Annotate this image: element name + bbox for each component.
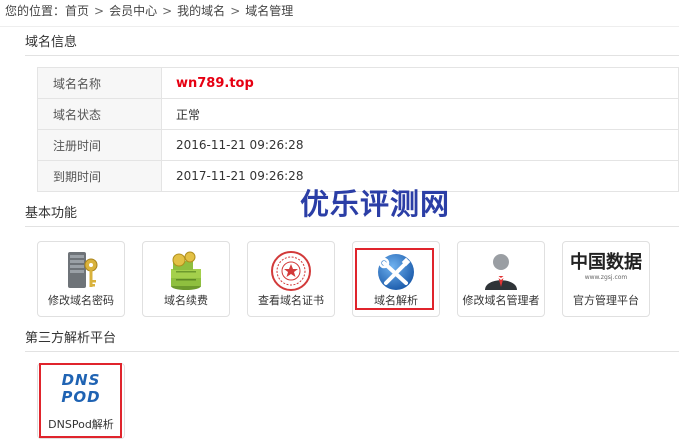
money-stack-icon xyxy=(171,251,201,290)
breadcrumb-divider xyxy=(0,26,679,27)
breadcrumb-separator: > xyxy=(230,4,241,18)
change-password-card[interactable]: 修改域名密码 xyxy=(37,241,125,317)
section-divider xyxy=(25,351,679,352)
domain-info-table: 域名名称 wn789.top 域名状态 正常 注册时间 2016-11-21 0… xyxy=(37,67,679,192)
table-row: 注册时间 2016-11-21 09:26:28 xyxy=(37,129,679,161)
breadcrumb-separator: > xyxy=(94,4,105,18)
zgsj-logo-text: 中国数据 xyxy=(570,252,642,273)
third-party-title: 第三方解析平台 xyxy=(25,331,117,346)
official-platform-label: 官方管理平台 xyxy=(573,294,639,307)
view-certificate-label: 查看域名证书 xyxy=(258,294,324,307)
breadcrumb-member-center[interactable]: 会员中心 xyxy=(109,4,157,18)
user-avatar-icon xyxy=(485,254,517,290)
domain-name-value: wn789.top xyxy=(161,67,679,99)
table-row: 域名状态 正常 xyxy=(37,98,679,130)
renew-domain-label: 域名续费 xyxy=(164,294,208,307)
server-key-icon xyxy=(68,252,98,288)
section-divider xyxy=(25,226,679,227)
breadcrumb-home[interactable]: 首页 xyxy=(65,4,89,18)
change-password-label: 修改域名密码 xyxy=(48,294,114,307)
breadcrumb-my-domains[interactable]: 我的域名 xyxy=(177,4,225,18)
table-row: 域名名称 wn789.top xyxy=(37,67,679,99)
breadcrumb: 您的位置：首页 > 会员中心 > 我的域名 > 域名管理 xyxy=(5,3,293,19)
highlight-box xyxy=(355,248,434,310)
watermark: 优乐评测网 xyxy=(300,187,451,221)
register-time-value: 2016-11-21 09:26:28 xyxy=(161,129,679,161)
expire-time-label: 到期时间 xyxy=(37,160,162,192)
zgsj-logo-icon: 中国数据 www.zgsj.com xyxy=(570,252,642,292)
renew-domain-card[interactable]: 域名续费 xyxy=(142,241,230,317)
section-divider xyxy=(25,55,679,56)
domain-name-label: 域名名称 xyxy=(37,67,162,99)
breadcrumb-prefix: 您的位置： xyxy=(5,4,66,18)
register-time-label: 注册时间 xyxy=(37,129,162,161)
breadcrumb-current: 域名管理 xyxy=(245,4,294,18)
zgsj-logo-sub: www.zgsj.com xyxy=(584,274,628,281)
change-manager-card[interactable]: 修改域名管理者 xyxy=(457,241,545,317)
change-manager-label: 修改域名管理者 xyxy=(462,294,540,307)
certificate-seal-icon xyxy=(271,251,311,291)
basic-functions-title: 基本功能 xyxy=(25,206,78,221)
view-certificate-card[interactable]: 查看域名证书 xyxy=(247,241,335,317)
highlight-box xyxy=(39,363,122,438)
breadcrumb-separator: > xyxy=(162,4,173,18)
domain-info-title: 域名信息 xyxy=(25,35,78,50)
domain-status-label: 域名状态 xyxy=(37,98,162,130)
domain-status-value: 正常 xyxy=(161,98,679,130)
official-platform-card[interactable]: 中国数据 www.zgsj.com 官方管理平台 xyxy=(562,241,650,317)
